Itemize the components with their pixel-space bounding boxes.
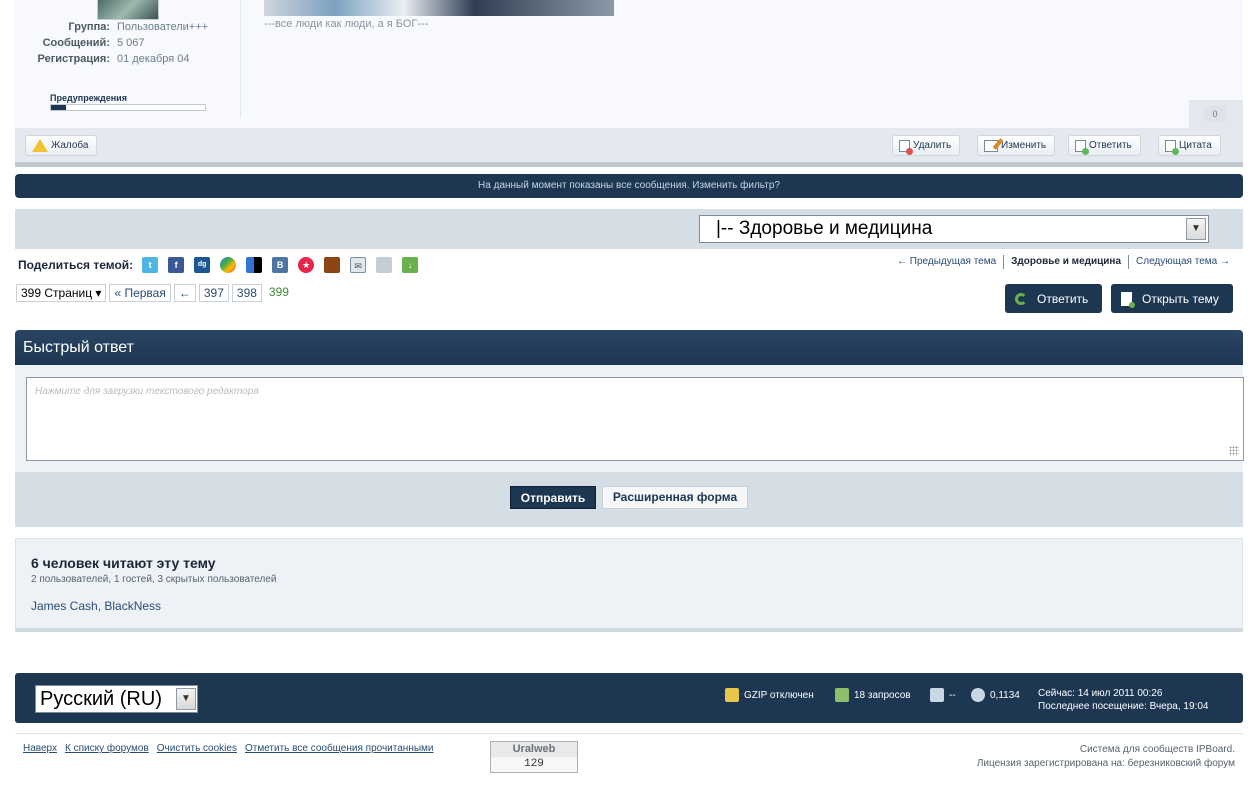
pages-dropdown[interactable]: 399 Страниц ▾: [16, 284, 107, 302]
quote-icon: [1165, 139, 1179, 155]
delete-button[interactable]: Удалить: [892, 135, 961, 156]
author-info: Группа: Пользователи+++ Сообщений: 5 067…: [15, 0, 241, 118]
chevron-down-icon[interactable]: ▼: [1186, 218, 1206, 240]
readers-users[interactable]: James Cash, BlackNess: [31, 599, 161, 613]
quick-reply-title: Быстрый ответ: [15, 330, 1243, 365]
signature-banner: [264, 0, 614, 16]
quick-reply-body: Нажмите для загрузки текстового редактор…: [15, 365, 1244, 472]
share-bar: Поделиться темой: t f dg B ★ ✉ ↓: [18, 256, 428, 274]
current-time: Сейчас: 14 июл 2011 00:26: [1038, 688, 1163, 699]
edit-icon: [984, 139, 998, 152]
language-select[interactable]: Русский (RU) ▼: [35, 685, 198, 713]
share-label: Поделиться темой:: [18, 258, 134, 272]
pagination: 399 Страниц ▾ « Первая ← 397 398 399: [16, 284, 293, 302]
footer-divider: [15, 733, 1243, 734]
topic-navigation: ← Предыдущая тема Здоровье и медицина Сл…: [890, 255, 1237, 269]
warnings-label: Предупреждения: [50, 93, 127, 103]
queries-status: 18 запросов: [835, 688, 911, 702]
delicious-icon[interactable]: [246, 257, 263, 273]
footer-links: Наверх К списку форумов Очистить cookies…: [23, 743, 433, 754]
reply-icon: [1075, 139, 1089, 155]
moikrug-icon[interactable]: [324, 257, 341, 273]
uralweb-counter[interactable]: Uralweb 129: [490, 741, 578, 773]
last-visit: Последнее посещение: Вчера, 19:04: [1038, 701, 1209, 712]
post-separator: [15, 162, 1243, 167]
time-info: Сейчас: 14 июл 2011 00:26 Последнее посе…: [1038, 687, 1208, 713]
forum-index-link[interactable]: К списку форумов: [65, 743, 149, 754]
chevron-down-icon[interactable]: ▼: [176, 688, 196, 710]
twitter-icon[interactable]: t: [142, 257, 159, 273]
database-icon: [835, 688, 849, 702]
prev-topic-link[interactable]: ← Предыдущая тема: [897, 256, 996, 267]
prev-page-link[interactable]: ←: [173, 284, 196, 302]
forum-jump-bar: |-- Здоровье и медицина ▼: [15, 209, 1243, 249]
signature-text: ---все люди как люди, а я БОГ---: [264, 18, 429, 30]
delete-icon: [899, 139, 913, 155]
gzip-icon: [725, 688, 739, 702]
gzip-status: GZIP отключен: [725, 688, 814, 702]
current-page: 399: [264, 284, 293, 302]
quote-button[interactable]: Цитата: [1158, 135, 1221, 156]
print-icon[interactable]: [376, 257, 393, 273]
facebook-icon[interactable]: f: [168, 257, 185, 273]
author-group: Группа: Пользователи+++: [68, 21, 209, 33]
forum-jump-select[interactable]: |-- Здоровье и медицина ▼: [699, 215, 1209, 243]
filter-notice[interactable]: На данный момент показаны все сообщения.…: [15, 174, 1243, 198]
download-icon[interactable]: ↓: [402, 257, 419, 273]
post-controls: Жалоба Удалить Изменить Ответить Цитата: [15, 128, 1243, 162]
author-posts: Сообщений: 5 067: [42, 37, 145, 49]
footer-bar: Русский (RU) ▼ GZIP отключен 18 запросов…: [15, 673, 1243, 723]
copyright: Система для сообществ IPBoard. Лицензия …: [977, 743, 1235, 771]
reply-post-button[interactable]: Ответить: [1068, 135, 1141, 156]
editor-placeholder: Нажмите для загрузки текстового редактор…: [35, 386, 259, 397]
reply-topic-button[interactable]: Ответить: [1005, 284, 1103, 313]
first-page-link[interactable]: « Первая: [109, 284, 171, 302]
quick-reply-footer: Отправить Расширенная форма: [15, 472, 1243, 527]
memory-icon: [930, 688, 944, 702]
reputation-box: 0: [1189, 100, 1243, 128]
report-button[interactable]: Жалоба: [25, 135, 98, 156]
page-link[interactable]: 398: [231, 284, 262, 302]
time-status: 0,1134: [971, 688, 1020, 702]
google-buzz-icon[interactable]: [220, 257, 237, 273]
digg-icon[interactable]: dg: [194, 257, 211, 273]
warnings-fill: [51, 105, 67, 110]
reputation-count[interactable]: 0: [1204, 106, 1226, 122]
readers-title: 6 человек читают эту тему: [31, 555, 216, 571]
clear-cookies-link[interactable]: Очистить cookies: [157, 743, 237, 754]
memory-status: --: [930, 688, 956, 702]
active-readers: 6 человек читают эту тему 2 пользователе…: [15, 538, 1243, 632]
warnings-bar[interactable]: [50, 104, 206, 111]
clock-icon: [971, 688, 985, 702]
mark-all-read-link[interactable]: Отметить все сообщения прочитанными: [245, 743, 434, 754]
reply-arrow-icon: [1015, 292, 1027, 305]
advanced-form-button[interactable]: Расширенная форма: [602, 486, 748, 509]
new-topic-icon: [1121, 291, 1135, 308]
quick-reply-editor[interactable]: Нажмите для загрузки текстового редактор…: [26, 377, 1244, 461]
page-link[interactable]: 397: [198, 284, 229, 302]
back-to-top-link[interactable]: Наверх: [23, 743, 57, 754]
caret-down-icon: ▾: [95, 286, 102, 300]
bookmark-star-icon[interactable]: ★: [298, 257, 315, 273]
resize-grip-icon[interactable]: [1229, 446, 1239, 456]
submit-button[interactable]: Отправить: [510, 486, 596, 509]
new-topic-button[interactable]: Открыть тему: [1111, 284, 1233, 313]
email-icon[interactable]: ✉: [350, 257, 367, 273]
post-body: Группа: Пользователи+++ Сообщений: 5 067…: [15, 0, 1243, 128]
next-topic-link[interactable]: Следующая тема →: [1136, 256, 1230, 267]
avatar[interactable]: [97, 0, 159, 20]
author-registration: Регистрация: 01 декабря 04: [37, 53, 190, 65]
readers-summary: 2 пользователей, 1 гостей, 3 скрытых пол…: [31, 574, 277, 585]
vkontakte-icon[interactable]: B: [272, 257, 289, 273]
powered-by[interactable]: Система для сообществ IPBoard.: [977, 743, 1235, 757]
edit-button[interactable]: Изменить: [977, 135, 1056, 156]
license-info: Лицензия зарегистрирована на: березников…: [976, 758, 1235, 769]
current-forum-link[interactable]: Здоровье и медицина: [1003, 255, 1128, 269]
warning-icon: [32, 139, 48, 152]
